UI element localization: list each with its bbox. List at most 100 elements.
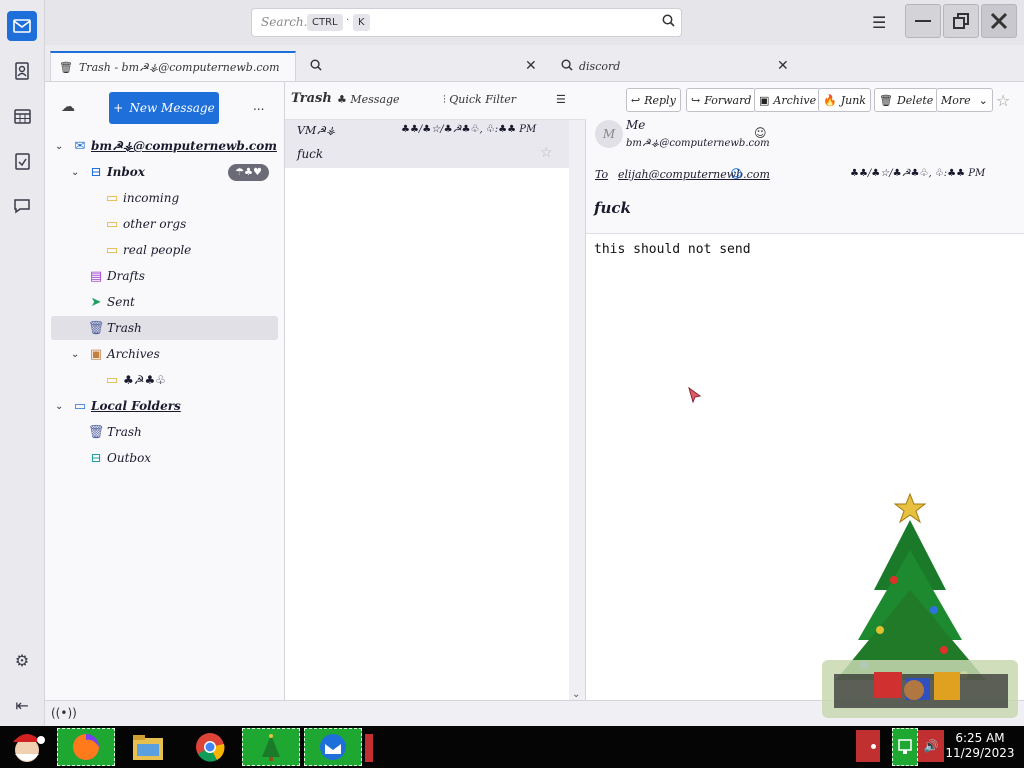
- spaces-toolbar: ⚙ ⇤: [0, 0, 45, 726]
- message-row-subject: fuck: [297, 147, 324, 161]
- archive-label: Archive: [773, 93, 817, 107]
- collapse-spaces-icon[interactable]: ⇤: [7, 690, 37, 720]
- folder-icon: ▭: [105, 216, 119, 232]
- app-menu-icon[interactable]: ☰: [872, 13, 886, 32]
- get-messages-icon[interactable]: ☁: [61, 99, 75, 115]
- chevron-down-icon: ⌄: [55, 400, 64, 412]
- settings-gear-icon[interactable]: ⚙: [7, 645, 37, 675]
- star-icon[interactable]: ☆: [540, 145, 553, 161]
- to-email[interactable]: elijah@computernewb.com: [618, 168, 770, 181]
- start-button-santa-icon[interactable]: [0, 728, 54, 766]
- calendar-icon[interactable]: [7, 101, 37, 131]
- tab-trash[interactable]: 🗑 Trash - bm☭⚶@computernewb.com: [50, 51, 296, 81]
- network-tray-icon[interactable]: [892, 728, 918, 766]
- avatar-letter: M: [602, 127, 616, 141]
- firefox-icon[interactable]: [57, 728, 115, 766]
- chevron-down-icon: ⌄: [71, 166, 80, 178]
- thread-scrollbar[interactable]: ⌄: [569, 120, 585, 700]
- contact-icon[interactable]: ☺: [754, 126, 767, 140]
- star-icon[interactable]: ☆: [996, 91, 1010, 110]
- folder-archive-year[interactable]: ▭ ♣☭♣♧: [101, 368, 277, 392]
- tab-discord-label: discord: [579, 59, 621, 73]
- folder-incoming-label: incoming: [123, 191, 180, 205]
- folder-trash[interactable]: 🗑 Trash: [51, 316, 278, 340]
- tab-search-discord[interactable]: discord ✕: [553, 51, 803, 81]
- unread-count-badge: ☂♣♥: [228, 164, 269, 181]
- folder-real-people[interactable]: ▭ real people: [101, 238, 277, 262]
- local-outbox[interactable]: ⊟ Outbox: [85, 446, 277, 470]
- account-name: bm☭⚶@computernewb.com: [91, 139, 277, 153]
- folder-sent[interactable]: ➤ Sent: [85, 290, 277, 314]
- forward-icon: ↪: [691, 93, 701, 107]
- folder-drafts[interactable]: ▤ Drafts: [85, 264, 277, 288]
- delete-button[interactable]: 🗑 Delete: [874, 88, 939, 112]
- inbox-icon: ⊟: [90, 164, 102, 180]
- new-message-button[interactable]: + New Message: [109, 92, 219, 124]
- drafts-icon: ▤: [89, 268, 103, 284]
- reply-icon: ↩: [631, 93, 641, 107]
- local-folders-row[interactable]: ⌄ ▭ Local Folders: [55, 394, 277, 418]
- quick-filter-button[interactable]: ⫶ Quick Filter: [443, 93, 516, 107]
- folder-other-orgs[interactable]: ▭ other orgs: [101, 212, 277, 236]
- tab-trash-label: Trash - bm☭⚶@computernewb.com: [78, 60, 280, 74]
- clock-date: 11/29/2023: [945, 746, 1015, 760]
- contact-icon[interactable]: ☺: [730, 167, 743, 181]
- trash-icon: 🗑: [87, 320, 105, 336]
- reply-label: Reply: [644, 93, 676, 107]
- file-explorer-icon[interactable]: [118, 728, 178, 766]
- folder-icon: ▭: [105, 190, 119, 206]
- folder-trash-label: Trash: [107, 321, 142, 335]
- minimize-button[interactable]: [905, 4, 941, 38]
- restore-button[interactable]: [943, 4, 979, 38]
- tray-dot-icon: [871, 744, 876, 749]
- archive-button[interactable]: ▣ Archive: [754, 88, 822, 112]
- address-book-icon[interactable]: [7, 56, 37, 86]
- folder-inbox-label: Inbox: [107, 165, 145, 179]
- trash-icon: 🗑: [59, 60, 73, 74]
- search-icon[interactable]: [662, 14, 675, 31]
- chat-icon[interactable]: [7, 191, 37, 221]
- search-icon: [310, 59, 322, 74]
- taskbar-clock[interactable]: 6:25 AM 11/29/2023: [944, 731, 1016, 761]
- more-button[interactable]: More ⌄: [936, 88, 993, 112]
- chrome-icon[interactable]: [180, 728, 240, 766]
- account-mail-icon: ✉: [74, 138, 86, 154]
- from-name[interactable]: Me: [626, 118, 645, 132]
- account-row[interactable]: ⌄ ✉ bm☭⚶@computernewb.com: [55, 134, 277, 158]
- message-row[interactable]: VM☭⚶ ♣♣/♣☆/♣☭♣♧, ♧:♣♣ PM fuck ☆: [285, 120, 569, 168]
- tab-search-empty[interactable]: ✕: [300, 51, 550, 81]
- display-options-icon[interactable]: ☰: [556, 93, 566, 106]
- close-window-button[interactable]: [981, 4, 1017, 38]
- shortcut-separator: ·: [346, 15, 350, 26]
- avatar: M: [595, 120, 623, 148]
- global-search-input[interactable]: Search... CTRL · K: [251, 8, 682, 37]
- tasks-icon[interactable]: [7, 146, 37, 176]
- tray-red-block: [856, 730, 880, 762]
- mail-space-icon[interactable]: [7, 11, 37, 41]
- quick-filter-label: Quick Filter: [449, 93, 517, 106]
- volume-tray-icon[interactable]: 🔊: [918, 730, 944, 762]
- folder-archive-year-label: ♣☭♣♧: [123, 373, 167, 387]
- folder-incoming[interactable]: ▭ incoming: [101, 186, 277, 210]
- taskbar-indicator: [365, 734, 373, 762]
- junk-button[interactable]: 🔥 Junk: [818, 88, 871, 112]
- title-bar: Search... CTRL · K ☰: [45, 0, 1024, 45]
- from-email[interactable]: bm☭⚶@computernewb.com: [626, 138, 770, 149]
- thread-pane-header: Trash ♣ Message ⫶ Quick Filter ☰: [285, 82, 586, 120]
- folder-pane-more[interactable]: ...: [253, 99, 264, 113]
- local-outbox-label: Outbox: [107, 451, 152, 465]
- reply-button[interactable]: ↩ Reply: [626, 88, 681, 112]
- close-tab-icon[interactable]: ✕: [525, 58, 537, 74]
- close-tab-icon[interactable]: ✕: [777, 58, 789, 74]
- christmas-tree-app-icon[interactable]: [242, 728, 300, 766]
- folder-archives[interactable]: ⌄ ▣ Archives: [71, 342, 277, 366]
- folder-inbox[interactable]: ⌄ ⊟ Inbox ☂♣♥: [71, 160, 277, 184]
- local-trash[interactable]: 🗑 Trash: [85, 420, 277, 444]
- trash-icon: 🗑: [87, 424, 105, 440]
- sent-icon: ➤: [90, 294, 102, 310]
- scroll-down-icon[interactable]: ⌄: [572, 689, 580, 700]
- online-status-icon[interactable]: ((•)): [51, 706, 77, 720]
- thunderbird-app-icon[interactable]: [304, 728, 362, 766]
- message-subject: fuck: [594, 199, 631, 217]
- forward-button[interactable]: ↪ Forward: [686, 88, 757, 112]
